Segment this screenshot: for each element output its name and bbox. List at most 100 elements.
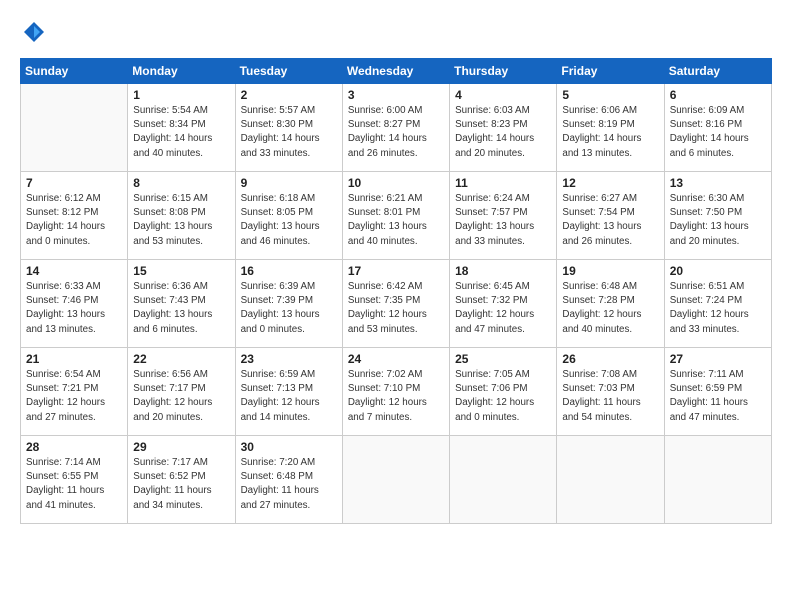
calendar-cell: [557, 436, 664, 524]
day-number: 27: [670, 352, 766, 366]
calendar-cell: [342, 436, 449, 524]
calendar-cell: 5 Sunrise: 6:06 AMSunset: 8:19 PMDaylight…: [557, 84, 664, 172]
day-info: Sunrise: 6:24 AMSunset: 7:57 PMDaylight:…: [455, 192, 551, 249]
calendar-cell: 18 Sunrise: 6:45 AMSunset: 7:32 PMDayligh…: [450, 260, 557, 348]
calendar-cell: 8 Sunrise: 6:15 AMSunset: 8:08 PMDaylight…: [128, 172, 235, 260]
calendar-cell: 22 Sunrise: 6:56 AMSunset: 7:17 PMDayligh…: [128, 348, 235, 436]
day-info: Sunrise: 6:15 AMSunset: 8:08 PMDaylight:…: [133, 192, 229, 249]
day-info: Sunrise: 6:18 AMSunset: 8:05 PMDaylight:…: [241, 192, 337, 249]
calendar-cell: 19 Sunrise: 6:48 AMSunset: 7:28 PMDayligh…: [557, 260, 664, 348]
day-info: Sunrise: 7:20 AMSunset: 6:48 PMDaylight:…: [241, 456, 337, 513]
day-number: 23: [241, 352, 337, 366]
day-number: 28: [26, 440, 122, 454]
day-number: 10: [348, 176, 444, 190]
weekday-header-friday: Friday: [557, 59, 664, 84]
day-info: Sunrise: 5:57 AMSunset: 8:30 PMDaylight:…: [241, 104, 337, 161]
calendar-cell: 2 Sunrise: 5:57 AMSunset: 8:30 PMDaylight…: [235, 84, 342, 172]
day-info: Sunrise: 6:56 AMSunset: 7:17 PMDaylight:…: [133, 368, 229, 425]
calendar-cell: [664, 436, 771, 524]
calendar-cell: 30 Sunrise: 7:20 AMSunset: 6:48 PMDayligh…: [235, 436, 342, 524]
day-number: 20: [670, 264, 766, 278]
calendar-cell: 21Sunrise: 6:54 AMSunset: 7:21 PMDayligh…: [21, 348, 128, 436]
day-info: Sunrise: 6:59 AMSunset: 7:13 PMDaylight:…: [241, 368, 337, 425]
day-number: 25: [455, 352, 551, 366]
day-info: Sunrise: 6:06 AMSunset: 8:19 PMDaylight:…: [562, 104, 658, 161]
day-number: 6: [670, 88, 766, 102]
calendar-cell: 4Sunrise: 6:03 AMSunset: 8:23 PMDaylight…: [450, 84, 557, 172]
calendar-week-5: 28 Sunrise: 7:14 AMSunset: 6:55 PMDayligh…: [21, 436, 772, 524]
logo: [20, 18, 52, 46]
day-info: Sunrise: 6:39 AMSunset: 7:39 PMDaylight:…: [241, 280, 337, 337]
calendar-week-2: 7Sunrise: 6:12 AMSunset: 8:12 PMDaylight…: [21, 172, 772, 260]
calendar-cell: 14 Sunrise: 6:33 AMSunset: 7:46 PMDayligh…: [21, 260, 128, 348]
weekday-header-thursday: Thursday: [450, 59, 557, 84]
page: SundayMondayTuesdayWednesdayThursdayFrid…: [0, 0, 792, 612]
day-info: Sunrise: 7:14 AMSunset: 6:55 PMDaylight:…: [26, 456, 122, 513]
calendar-cell: 23 Sunrise: 6:59 AMSunset: 7:13 PMDayligh…: [235, 348, 342, 436]
weekday-header-tuesday: Tuesday: [235, 59, 342, 84]
day-info: Sunrise: 6:09 AMSunset: 8:16 PMDaylight:…: [670, 104, 766, 161]
day-info: Sunrise: 7:02 AMSunset: 7:10 PMDaylight:…: [348, 368, 444, 425]
day-info: Sunrise: 6:36 AMSunset: 7:43 PMDaylight:…: [133, 280, 229, 337]
day-info: Sunrise: 6:27 AMSunset: 7:54 PMDaylight:…: [562, 192, 658, 249]
day-info: Sunrise: 7:08 AMSunset: 7:03 PMDaylight:…: [562, 368, 658, 425]
day-info: Sunrise: 6:03 AMSunset: 8:23 PMDaylight:…: [455, 104, 551, 161]
weekday-header-monday: Monday: [128, 59, 235, 84]
calendar-week-1: 1 Sunrise: 5:54 AMSunset: 8:34 PMDaylight…: [21, 84, 772, 172]
day-info: Sunrise: 5:54 AMSunset: 8:34 PMDaylight:…: [133, 104, 229, 161]
calendar-week-3: 14 Sunrise: 6:33 AMSunset: 7:46 PMDayligh…: [21, 260, 772, 348]
calendar-cell: 26Sunrise: 7:08 AMSunset: 7:03 PMDayligh…: [557, 348, 664, 436]
calendar-cell: 10Sunrise: 6:21 AMSunset: 8:01 PMDayligh…: [342, 172, 449, 260]
day-number: 22: [133, 352, 229, 366]
day-number: 29: [133, 440, 229, 454]
day-number: 19: [562, 264, 658, 278]
day-number: 24: [348, 352, 444, 366]
day-info: Sunrise: 6:48 AMSunset: 7:28 PMDaylight:…: [562, 280, 658, 337]
day-info: Sunrise: 7:11 AMSunset: 6:59 PMDaylight:…: [670, 368, 766, 425]
calendar-cell: 28 Sunrise: 7:14 AMSunset: 6:55 PMDayligh…: [21, 436, 128, 524]
weekday-header-saturday: Saturday: [664, 59, 771, 84]
calendar-cell: 24 Sunrise: 7:02 AMSunset: 7:10 PMDayligh…: [342, 348, 449, 436]
day-info: Sunrise: 6:51 AMSunset: 7:24 PMDaylight:…: [670, 280, 766, 337]
calendar-cell: 25Sunrise: 7:05 AMSunset: 7:06 PMDayligh…: [450, 348, 557, 436]
calendar-cell: 7Sunrise: 6:12 AMSunset: 8:12 PMDaylight…: [21, 172, 128, 260]
calendar-cell: 13 Sunrise: 6:30 AMSunset: 7:50 PMDayligh…: [664, 172, 771, 260]
day-number: 12: [562, 176, 658, 190]
calendar-cell: [450, 436, 557, 524]
day-number: 1: [133, 88, 229, 102]
calendar-cell: 15 Sunrise: 6:36 AMSunset: 7:43 PMDayligh…: [128, 260, 235, 348]
day-info: Sunrise: 6:42 AMSunset: 7:35 PMDaylight:…: [348, 280, 444, 337]
calendar-cell: 6 Sunrise: 6:09 AMSunset: 8:16 PMDaylight…: [664, 84, 771, 172]
calendar-cell: 12 Sunrise: 6:27 AMSunset: 7:54 PMDayligh…: [557, 172, 664, 260]
calendar: SundayMondayTuesdayWednesdayThursdayFrid…: [20, 58, 772, 524]
day-number: 15: [133, 264, 229, 278]
calendar-cell: 16Sunrise: 6:39 AMSunset: 7:39 PMDayligh…: [235, 260, 342, 348]
day-info: Sunrise: 6:00 AMSunset: 8:27 PMDaylight:…: [348, 104, 444, 161]
calendar-cell: 20 Sunrise: 6:51 AMSunset: 7:24 PMDayligh…: [664, 260, 771, 348]
day-number: 18: [455, 264, 551, 278]
day-number: 2: [241, 88, 337, 102]
calendar-week-4: 21Sunrise: 6:54 AMSunset: 7:21 PMDayligh…: [21, 348, 772, 436]
day-number: 21: [26, 352, 122, 366]
day-number: 14: [26, 264, 122, 278]
day-number: 30: [241, 440, 337, 454]
day-info: Sunrise: 6:33 AMSunset: 7:46 PMDaylight:…: [26, 280, 122, 337]
day-number: 11: [455, 176, 551, 190]
day-info: Sunrise: 6:45 AMSunset: 7:32 PMDaylight:…: [455, 280, 551, 337]
day-number: 7: [26, 176, 122, 190]
calendar-body: 1 Sunrise: 5:54 AMSunset: 8:34 PMDaylight…: [21, 84, 772, 524]
day-info: Sunrise: 6:30 AMSunset: 7:50 PMDaylight:…: [670, 192, 766, 249]
day-number: 5: [562, 88, 658, 102]
logo-icon: [20, 18, 48, 46]
calendar-cell: 11 Sunrise: 6:24 AMSunset: 7:57 PMDayligh…: [450, 172, 557, 260]
day-number: 8: [133, 176, 229, 190]
calendar-header: SundayMondayTuesdayWednesdayThursdayFrid…: [21, 59, 772, 84]
weekday-header-wednesday: Wednesday: [342, 59, 449, 84]
day-info: Sunrise: 7:17 AMSunset: 6:52 PMDaylight:…: [133, 456, 229, 513]
weekday-header-sunday: Sunday: [21, 59, 128, 84]
header: [20, 18, 772, 46]
day-number: 13: [670, 176, 766, 190]
day-number: 9: [241, 176, 337, 190]
calendar-cell: 9 Sunrise: 6:18 AMSunset: 8:05 PMDaylight…: [235, 172, 342, 260]
day-number: 17: [348, 264, 444, 278]
